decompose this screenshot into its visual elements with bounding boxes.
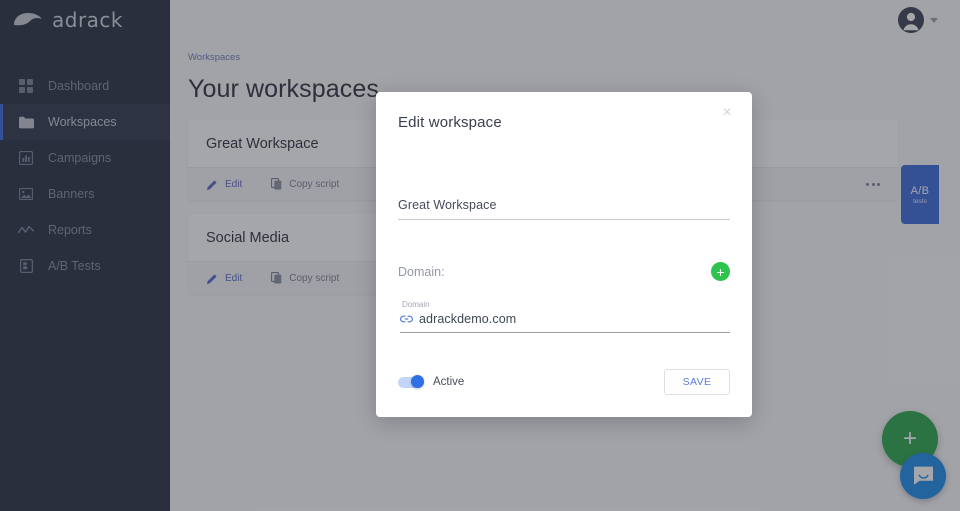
active-toggle-label: Active: [433, 376, 465, 388]
edit-workspace-modal: Edit workspace × Great Workspace Domain:…: [376, 92, 752, 417]
modal-footer: Active SAVE: [398, 369, 730, 395]
app-root: adrack Dashboard Workspaces Campaigns Ba…: [0, 0, 960, 511]
workspace-name-field[interactable]: Great Workspace: [398, 198, 730, 220]
modal-title: Edit workspace: [398, 114, 502, 131]
domain-underline: [400, 332, 730, 333]
active-toggle-group[interactable]: Active: [398, 375, 465, 388]
domain-section-label: Domain:: [398, 264, 445, 279]
domain-input-row[interactable]: adrackdemo.com: [400, 312, 730, 332]
domain-field-label: Domain: [402, 300, 430, 309]
active-toggle[interactable]: [398, 375, 424, 388]
link-icon: [400, 313, 413, 326]
close-icon[interactable]: ×: [716, 102, 738, 124]
domain-input[interactable]: adrackdemo.com: [419, 312, 516, 326]
plus-circle-icon[interactable]: +: [711, 262, 730, 281]
domain-section-header: Domain: +: [398, 262, 730, 281]
save-button[interactable]: SAVE: [664, 369, 730, 395]
domain-field[interactable]: Domain adrackdemo.com: [400, 300, 730, 333]
field-underline: [398, 219, 730, 220]
workspace-name-input[interactable]: Great Workspace: [398, 198, 730, 219]
